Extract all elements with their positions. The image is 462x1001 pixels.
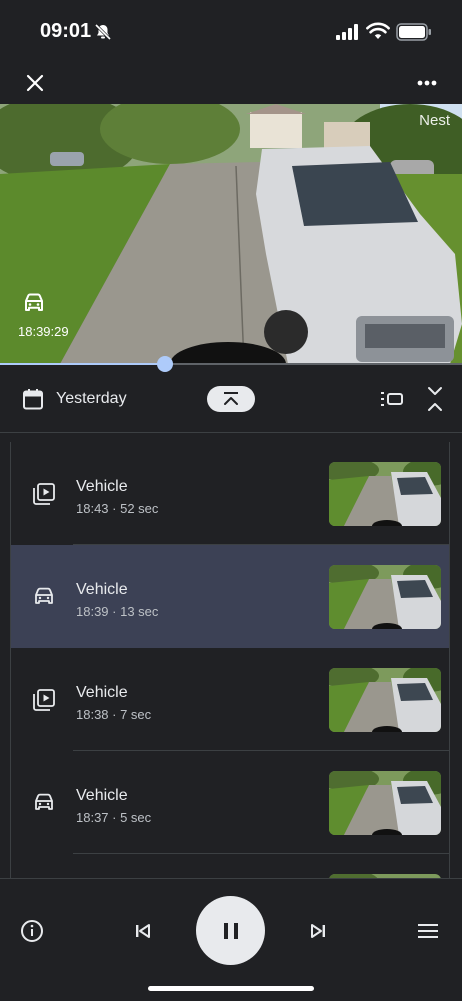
scrubber-handle[interactable] (156, 356, 173, 372)
event-row[interactable] (11, 854, 449, 878)
menu-icon[interactable] (416, 921, 440, 941)
battery-icon (396, 23, 431, 41)
event-thumbnail[interactable] (329, 771, 441, 835)
more-horizontal-icon (417, 80, 437, 86)
event-time-duration: 18:38 · 7 sec (76, 707, 152, 722)
list-view-icon[interactable] (380, 388, 404, 410)
video-library-icon (33, 483, 55, 505)
pause-icon (223, 922, 238, 939)
skip-next-icon[interactable] (308, 921, 328, 941)
close-button[interactable] (18, 66, 52, 100)
signal-icon (336, 24, 358, 40)
wifi-icon (366, 22, 390, 39)
event-thumbnail[interactable] (329, 668, 441, 732)
bell-off-icon (94, 23, 112, 41)
event-title: Vehicle (76, 787, 128, 804)
calendar-icon[interactable] (22, 388, 44, 410)
event-time-duration: 18:43 · 52 sec (76, 501, 159, 516)
timeline-header: Yesterday (0, 372, 462, 432)
car-icon (35, 793, 53, 810)
event-list[interactable]: Vehicle 18:43 · 52 sec Vehicle 18:39 · 1… (10, 442, 450, 878)
nest-watermark: Nest (419, 112, 450, 129)
car-icon (35, 587, 53, 604)
video-timestamp: 18:39:29 (18, 324, 69, 339)
collapse-up-icon (224, 392, 238, 405)
top-bar (0, 62, 462, 104)
event-row-selected[interactable]: Vehicle 18:39 · 13 sec (11, 545, 449, 648)
event-thumbnail[interactable] (329, 565, 441, 629)
pause-button[interactable] (196, 896, 265, 965)
event-title: Vehicle (76, 684, 128, 701)
event-title: Vehicle (76, 581, 128, 598)
skip-previous-icon[interactable] (133, 921, 153, 941)
date-selector-label[interactable]: Yesterday (56, 390, 127, 408)
event-title: Vehicle (76, 478, 128, 495)
compress-icon[interactable] (424, 386, 446, 412)
event-row[interactable]: Vehicle 18:37 · 5 sec (11, 751, 449, 854)
scrubber-progress (0, 363, 165, 365)
event-time-duration: 18:37 · 5 sec (76, 810, 152, 825)
car-icon (25, 293, 43, 311)
camera-video-player[interactable]: Nest (0, 104, 462, 364)
playback-controls (0, 878, 462, 1001)
collapse-timeline-button[interactable] (207, 386, 255, 412)
more-options-button[interactable] (410, 66, 444, 100)
video-library-icon (33, 689, 55, 711)
status-time: 09:01 (40, 20, 92, 42)
event-row[interactable]: Vehicle 18:43 · 52 sec (11, 442, 449, 545)
status-bar: 09:01 (0, 0, 462, 62)
event-thumbnail[interactable] (329, 462, 441, 526)
close-icon (26, 74, 44, 92)
event-time-duration: 18:39 · 13 sec (76, 604, 159, 619)
camera-frame (0, 104, 462, 364)
home-indicator[interactable] (148, 986, 314, 991)
header-divider (0, 432, 462, 433)
event-row[interactable]: Vehicle 18:38 · 7 sec (11, 648, 449, 751)
info-icon[interactable] (20, 919, 44, 943)
